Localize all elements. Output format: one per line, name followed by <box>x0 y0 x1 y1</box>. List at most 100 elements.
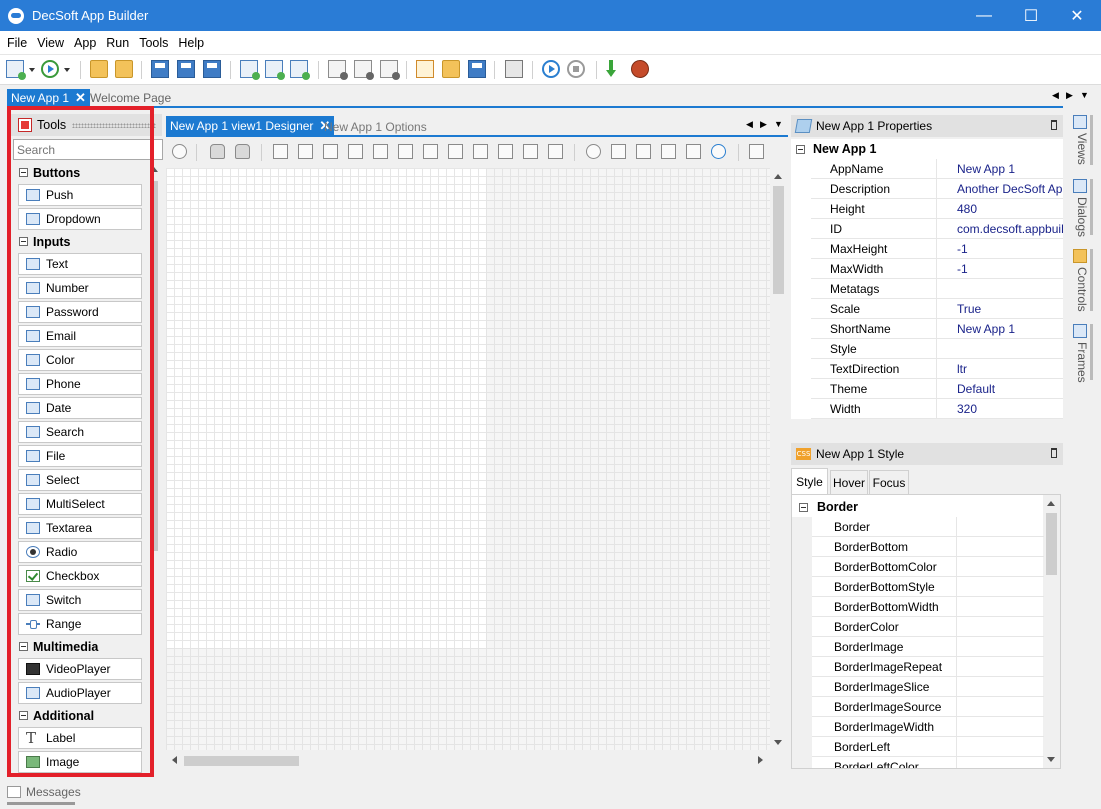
side-tab-views[interactable]: Views <box>1070 115 1092 165</box>
property-value[interactable]: -1 <box>937 242 1063 256</box>
add-view-icon[interactable] <box>240 60 260 80</box>
property-value[interactable]: New App 1 <box>937 322 1063 336</box>
panel-grip[interactable] <box>72 122 156 128</box>
designer-horizontal-scrollbar[interactable] <box>166 752 770 769</box>
style-scrollbar[interactable] <box>1043 495 1060 768</box>
scroll-up-icon[interactable] <box>150 167 158 172</box>
scroll-up-icon[interactable] <box>1047 501 1055 506</box>
reopen-dropdown-icon[interactable] <box>64 68 70 72</box>
tool-multiselect[interactable]: MultiSelect <box>18 493 142 515</box>
tabs-menu-arrow-icon[interactable]: ▼ <box>1080 90 1089 100</box>
tool-text[interactable]: Text <box>18 253 142 275</box>
tool-password[interactable]: Password <box>18 301 142 323</box>
property-value[interactable]: com.decsoft.appbuilde <box>937 222 1063 236</box>
pin-icon[interactable] <box>1051 448 1057 458</box>
menu-tools[interactable]: Tools <box>134 36 173 50</box>
style-row[interactable]: BorderBottom <box>812 536 1044 557</box>
scroll-down-icon[interactable] <box>774 740 782 745</box>
scroll-thumb[interactable] <box>184 756 299 766</box>
stop-icon[interactable] <box>567 60 585 78</box>
property-value[interactable]: -1 <box>937 262 1063 276</box>
property-row[interactable]: Theme Default <box>811 378 1063 399</box>
collapse-icon[interactable] <box>19 168 28 177</box>
tool-select[interactable]: Select <box>18 469 142 491</box>
align-right-icon[interactable] <box>448 144 463 159</box>
style-row[interactable]: BorderColor <box>812 616 1044 637</box>
tool-email[interactable]: Email <box>18 325 142 347</box>
new-app-dropdown-icon[interactable] <box>29 68 35 72</box>
menu-help[interactable]: Help <box>173 36 209 50</box>
paste-icon[interactable] <box>636 144 651 159</box>
tool-number[interactable]: Number <box>18 277 142 299</box>
tool-phone[interactable]: Phone <box>18 373 142 395</box>
property-row[interactable]: Metatags <box>811 278 1063 299</box>
tools-icon[interactable] <box>505 60 523 78</box>
style-row[interactable]: Border <box>812 516 1044 537</box>
properties-group[interactable]: New App 1 <box>791 139 1063 159</box>
unlock-icon[interactable] <box>235 144 250 159</box>
scroll-left-icon[interactable] <box>172 756 177 764</box>
collapse-icon[interactable] <box>796 144 805 154</box>
property-value[interactable]: 320 <box>937 402 1063 416</box>
save-icon[interactable] <box>151 60 169 78</box>
style-row[interactable]: BorderImageWidth <box>812 716 1044 737</box>
tool-switch[interactable]: Switch <box>18 589 142 611</box>
property-value[interactable]: Default <box>937 382 1063 396</box>
app-view-canvas[interactable] <box>166 168 486 648</box>
delete-icon[interactable] <box>586 144 601 159</box>
fit-icon[interactable] <box>348 144 363 159</box>
center-icon[interactable] <box>373 144 388 159</box>
tool-radio[interactable]: Radio <box>18 541 142 563</box>
property-row[interactable]: DescriptionAnother DecSoft App B <box>811 178 1063 199</box>
close-tab-icon[interactable]: ✕ <box>75 90 86 106</box>
files-icon[interactable] <box>442 60 460 78</box>
tab-options[interactable]: New App 1 Options <box>324 120 427 134</box>
collapse-icon[interactable] <box>19 237 28 246</box>
property-row[interactable]: MaxHeight -1 <box>811 238 1063 259</box>
tools-category[interactable]: Multimedia <box>17 637 143 656</box>
style-row[interactable]: BorderBottomColor <box>812 556 1044 577</box>
minimize-button[interactable]: — <box>961 0 1007 31</box>
align-left-icon[interactable] <box>398 144 413 159</box>
close-button[interactable]: ✕ <box>1054 0 1100 31</box>
tools-category[interactable]: Additional <box>17 706 143 725</box>
style-row[interactable]: BorderImageSource <box>812 696 1044 717</box>
maximize-button[interactable]: ☐ <box>1008 0 1054 31</box>
select-tool-icon[interactable] <box>172 144 187 159</box>
style-row[interactable]: BorderImageRepeat <box>812 656 1044 677</box>
add-frame-icon[interactable] <box>290 60 310 80</box>
designer-vertical-scrollbar[interactable] <box>770 168 787 750</box>
side-tab-frames[interactable]: Frames <box>1070 324 1092 383</box>
remove-view-icon[interactable] <box>328 60 348 80</box>
save-as-icon[interactable] <box>177 60 195 78</box>
property-row[interactable]: ShortName New App 1 <box>811 318 1063 339</box>
tool-label[interactable]: T Label <box>18 727 142 749</box>
style-group[interactable]: Border <box>792 497 1044 517</box>
property-value[interactable]: Another DecSoft App B <box>937 182 1063 196</box>
align-center-icon[interactable] <box>423 144 438 159</box>
export-icon[interactable] <box>606 60 624 78</box>
scroll-down-icon[interactable] <box>1047 757 1055 762</box>
property-row[interactable]: TextDirection ltr <box>811 358 1063 379</box>
tool-range[interactable]: Range <box>18 613 142 635</box>
pin-icon[interactable] <box>1051 120 1057 130</box>
undo-icon[interactable] <box>711 144 726 159</box>
property-row[interactable]: Width 320 <box>811 398 1063 419</box>
side-tab-controls[interactable]: Controls <box>1070 249 1092 312</box>
save-all-icon[interactable] <box>203 60 221 78</box>
tool-dropdown[interactable]: Dropdown <box>18 208 142 230</box>
tool-push[interactable]: Push <box>18 184 142 206</box>
open-app-icon[interactable] <box>90 60 108 78</box>
style-row[interactable]: BorderBottomWidth <box>812 596 1044 617</box>
style-row[interactable]: BorderBottomStyle <box>812 576 1044 597</box>
align-bottom-icon[interactable] <box>523 144 538 159</box>
menu-app[interactable]: App <box>69 36 101 50</box>
scroll-thumb[interactable] <box>151 181 158 551</box>
scroll-thumb[interactable] <box>1046 513 1057 575</box>
tab-new-app-1[interactable]: New App 1 ✕ <box>7 89 90 107</box>
tools-search-input[interactable] <box>13 139 163 160</box>
remove-frame-icon[interactable] <box>380 60 400 80</box>
scroll-right-icon[interactable] <box>758 756 763 764</box>
add-dialog-icon[interactable] <box>265 60 285 80</box>
tool-file[interactable]: File <box>18 445 142 467</box>
